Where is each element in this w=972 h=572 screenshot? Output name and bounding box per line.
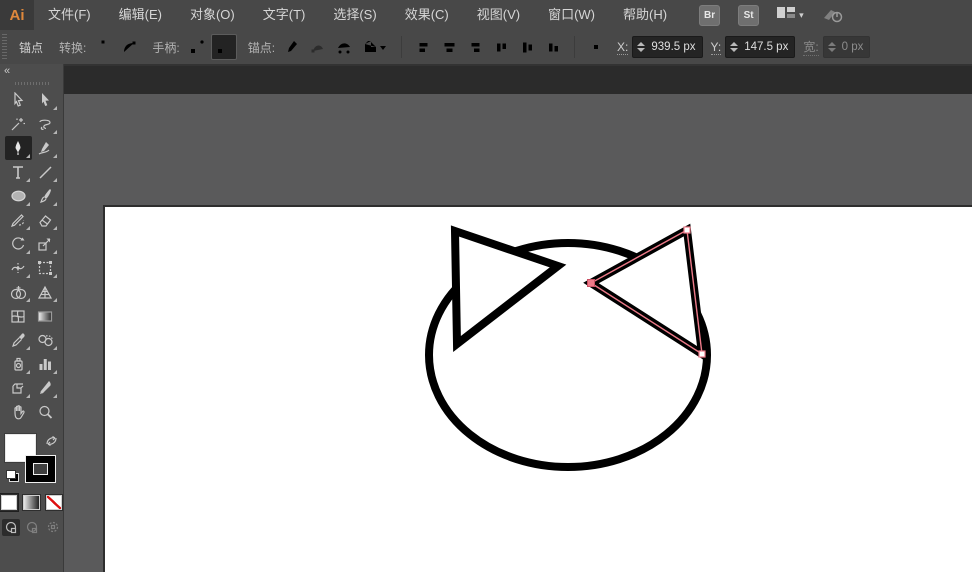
line-segment-tool[interactable] <box>32 160 59 184</box>
menu-view[interactable]: 视图(V) <box>463 0 534 30</box>
menu-bar: Ai 文件(F) 编辑(E) 对象(O) 文字(T) 选择(S) 效果(C) 视… <box>0 0 972 31</box>
menu-effect[interactable]: 效果(C) <box>391 0 463 30</box>
hide-handles-button[interactable] <box>211 34 237 60</box>
perspective-grid-tool[interactable] <box>32 280 59 304</box>
remove-anchor-button[interactable] <box>280 35 304 59</box>
cut-path-button[interactable] <box>332 35 356 59</box>
menu-type[interactable]: 文字(T) <box>249 0 320 30</box>
workspace-layout-icon <box>777 6 795 24</box>
width-tool[interactable] <box>5 256 32 280</box>
menu-file[interactable]: 文件(F) <box>34 0 105 30</box>
align-top-button[interactable] <box>489 35 513 59</box>
drawing-mode-buttons <box>0 519 63 536</box>
scale-tool[interactable] <box>32 232 59 256</box>
menu-select[interactable]: 选择(S) <box>319 0 390 30</box>
x-label: X: <box>617 40 628 55</box>
menu-help[interactable]: 帮助(H) <box>609 0 681 30</box>
hand-tool[interactable] <box>5 400 32 424</box>
anchor-point-icon <box>584 35 608 59</box>
panel-grip[interactable] <box>0 78 63 88</box>
show-handles-button[interactable] <box>185 35 209 59</box>
magic-wand-tool[interactable] <box>5 112 32 136</box>
convert-label: 转换: <box>59 39 86 56</box>
align-right-button[interactable] <box>463 35 487 59</box>
free-transform-tool[interactable] <box>32 256 59 280</box>
ellipse-tool[interactable] <box>5 184 32 208</box>
stroke-color-swatch[interactable] <box>26 456 55 482</box>
artboard-tool[interactable] <box>5 376 32 400</box>
draw-behind-button[interactable] <box>23 519 41 536</box>
draw-normal-button[interactable] <box>2 519 20 536</box>
swap-fill-stroke-icon[interactable] <box>45 434 58 452</box>
color-type-buttons <box>0 494 63 511</box>
direct-selection-tool[interactable] <box>32 88 59 112</box>
y-label: Y: <box>711 40 722 55</box>
x-value[interactable]: 939.5 px <box>651 41 695 53</box>
anchors-label: 锚点: <box>248 39 275 56</box>
convert-to-smooth-button[interactable] <box>117 35 141 59</box>
control-bar: 锚点 转换: 手柄: 锚点: X: <box>0 30 972 66</box>
align-middle-v-button[interactable] <box>515 35 539 59</box>
column-graph-tool[interactable] <box>32 352 59 376</box>
divider <box>401 36 402 58</box>
handles-label: 手柄: <box>152 39 179 56</box>
gradient-button[interactable] <box>22 494 40 511</box>
zoom-tool[interactable] <box>32 400 59 424</box>
gpu-performance-button[interactable] <box>822 7 844 23</box>
chevron-down-icon: ▾ <box>799 10 804 21</box>
eyedropper-tool[interactable] <box>5 328 32 352</box>
mesh-tool[interactable] <box>5 304 32 328</box>
slice-tool[interactable] <box>32 376 59 400</box>
context-label: 锚点 <box>19 39 43 56</box>
color-button[interactable] <box>0 494 18 511</box>
menu-object[interactable]: 对象(O) <box>176 0 249 30</box>
rotate-tool[interactable] <box>5 232 32 256</box>
artboard-options-button[interactable] <box>358 35 392 59</box>
x-field[interactable]: 939.5 px <box>632 36 702 58</box>
shape-builder-tool[interactable] <box>5 280 32 304</box>
y-value[interactable]: 147.5 px <box>744 41 788 53</box>
selection-tool[interactable] <box>5 88 32 112</box>
menu-edit[interactable]: 编辑(E) <box>105 0 176 30</box>
collapse-panel-button[interactable]: « <box>0 65 9 77</box>
paintbrush-tool[interactable] <box>32 184 59 208</box>
illustrator-logo: Ai <box>0 0 34 30</box>
divider <box>574 36 575 58</box>
lasso-tool[interactable] <box>32 112 59 136</box>
artboard[interactable] <box>103 205 972 572</box>
type-tool[interactable] <box>5 160 32 184</box>
width-label: 宽: <box>803 38 818 56</box>
connect-path-button[interactable] <box>306 35 330 59</box>
align-left-button[interactable] <box>411 35 435 59</box>
convert-to-corner-button[interactable] <box>91 35 115 59</box>
stepper-icon[interactable] <box>730 42 738 52</box>
shaper-tool[interactable] <box>5 208 32 232</box>
stock-button[interactable]: St <box>738 5 759 26</box>
pen-tool[interactable] <box>5 136 32 160</box>
workspace-switcher[interactable]: ▾ <box>777 6 804 24</box>
y-field[interactable]: 147.5 px <box>725 36 795 58</box>
draw-inside-button[interactable] <box>44 519 62 536</box>
menu-window[interactable]: 窗口(W) <box>534 0 609 30</box>
align-bottom-button[interactable] <box>541 35 565 59</box>
width-value: 0 px <box>842 41 864 53</box>
default-fill-stroke-icon[interactable] <box>6 470 19 482</box>
gradient-tool[interactable] <box>32 304 59 328</box>
fill-stroke-widget <box>0 432 63 490</box>
stepper-icon[interactable] <box>637 42 645 52</box>
width-field: 0 px <box>823 36 871 58</box>
bridge-button[interactable]: Br <box>699 5 720 26</box>
none-button[interactable] <box>45 494 63 511</box>
tools-panel: « <box>0 64 64 572</box>
curvature-tool[interactable] <box>32 136 59 160</box>
stepper-icon <box>828 42 836 52</box>
symbol-sprayer-tool[interactable] <box>5 352 32 376</box>
blend-tool[interactable] <box>32 328 59 352</box>
panel-grip[interactable] <box>2 34 7 60</box>
align-center-h-button[interactable] <box>437 35 461 59</box>
canvas-pasteboard[interactable] <box>64 94 972 572</box>
eraser-tool[interactable] <box>32 208 59 232</box>
